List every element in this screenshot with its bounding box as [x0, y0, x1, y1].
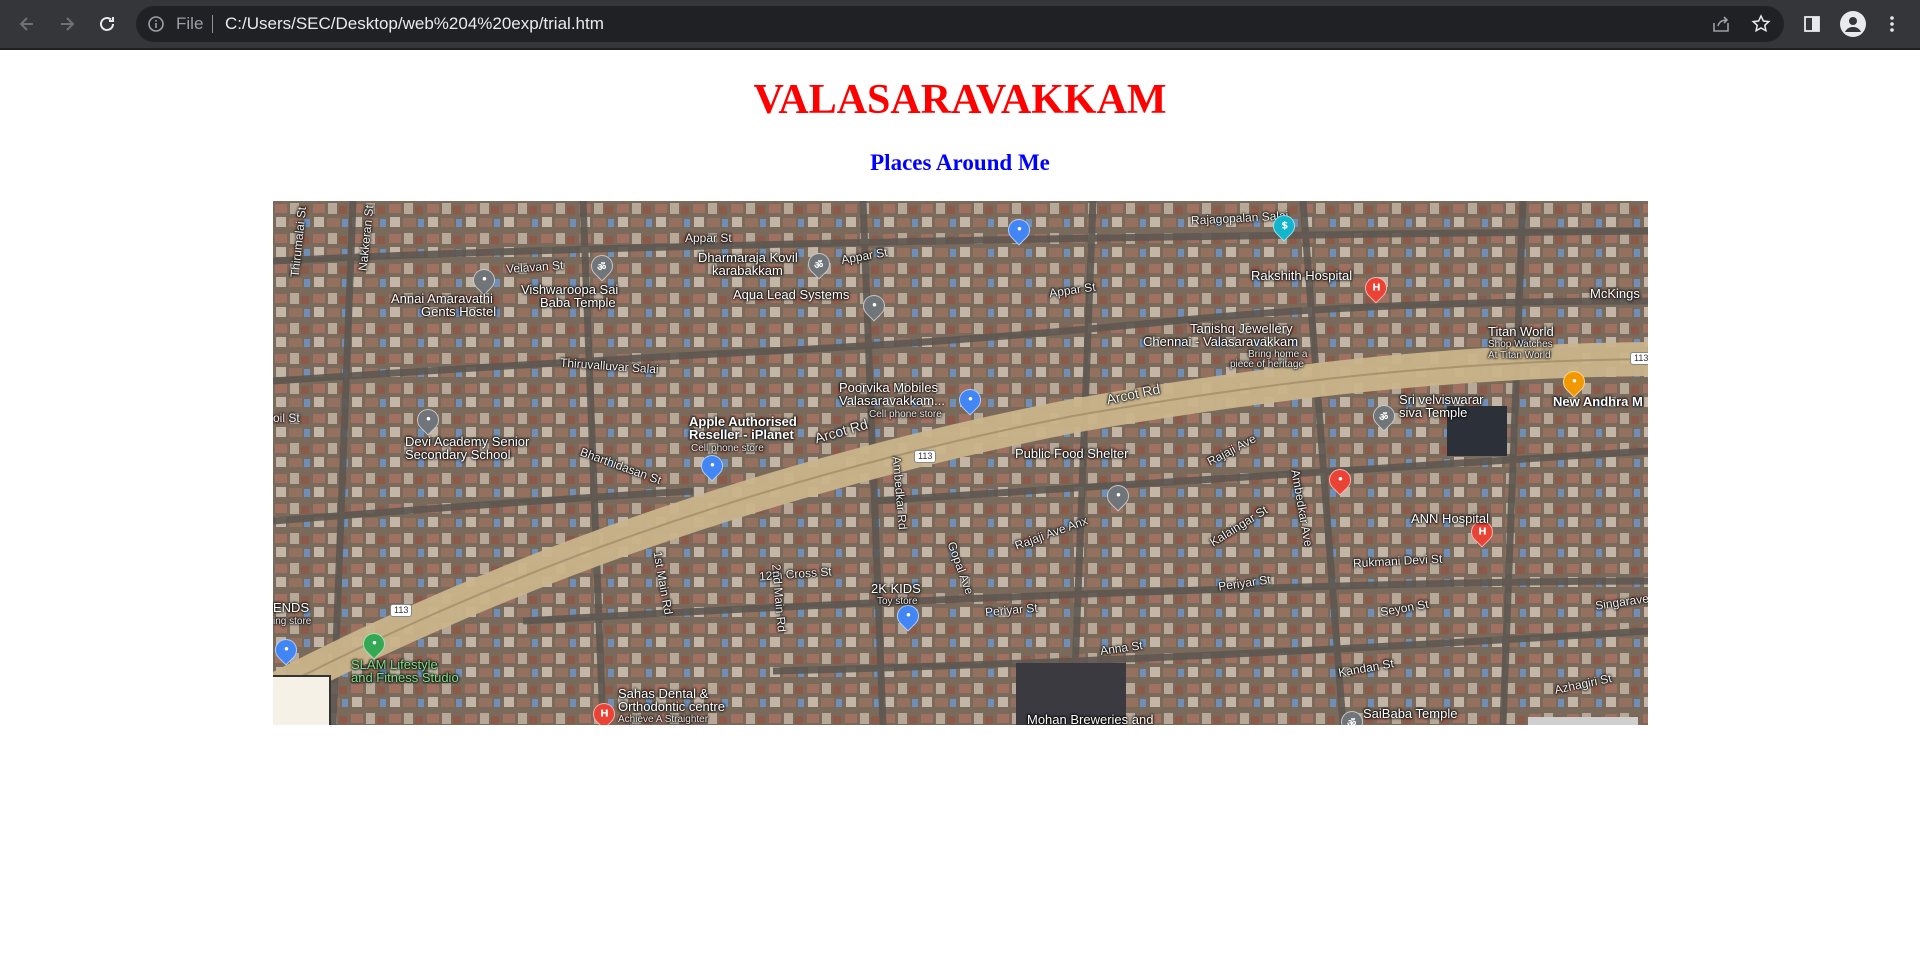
satellite-map-image[interactable]: Arcot Rd Arcot Rd Appar St Appar St Appa… [273, 201, 1648, 725]
forward-button[interactable] [52, 9, 82, 39]
place-label: ing store [273, 616, 312, 627]
place-label: piece of heritage [1230, 359, 1304, 370]
route-shield: 113 [390, 604, 413, 617]
reload-icon [100, 16, 114, 31]
side-panel-button[interactable] [1797, 9, 1827, 39]
scheme-label: File [176, 14, 204, 33]
page-title: VALASARAVAKKAM [753, 77, 1167, 123]
place-label: Baba Temple [540, 295, 616, 310]
url-text[interactable]: C:/Users/SEC/Desktop/web%204%20exp/trial… [225, 6, 604, 42]
road-label: oil St [273, 411, 300, 425]
back-arrow-icon [19, 17, 33, 31]
place-label: and Fitness Studio [351, 670, 459, 685]
place-label: ANN Hospital [1411, 511, 1490, 526]
road-label: Appar St [685, 231, 732, 245]
reload-button[interactable] [92, 9, 122, 39]
menu-button[interactable] [1877, 9, 1907, 39]
route-shield: 113 [1630, 352, 1648, 365]
address-bar[interactable]: File C:/Users/SEC/Desktop/web%204%20exp/… [136, 6, 1784, 42]
place-label: karabakkam [712, 263, 783, 278]
place-label: Reseller - iPlanet [689, 427, 794, 442]
place-label: ENDS [273, 600, 310, 615]
place-label: New Andhra M [1553, 394, 1643, 409]
map-controls-strip[interactable] [1528, 717, 1638, 725]
street-view-thumbnail[interactable] [273, 675, 331, 725]
address-separator [212, 15, 213, 33]
share-icon[interactable] [1710, 13, 1732, 35]
browser-toolbar: File C:/Users/SEC/Desktop/web%204%20exp/… [0, 0, 1920, 50]
place-label: Valasaravakkam... [839, 393, 945, 408]
place-label: Orthodontic centre [618, 699, 725, 714]
place-label: Toy store [877, 596, 918, 607]
place-label: Achieve A Straighter [618, 714, 709, 725]
star-icon[interactable] [1750, 13, 1772, 35]
back-button[interactable] [12, 9, 42, 39]
place-label: Aqua Lead Systems [733, 287, 850, 302]
route-shield: 113 [914, 450, 937, 463]
place-label: Gents Hostel [421, 304, 497, 319]
place-label: Chennai - Valasaravakkam [1143, 334, 1299, 349]
profile-icon [1840, 11, 1866, 37]
place-label: siva Temple [1399, 405, 1468, 420]
place-label: Secondary School [405, 447, 511, 462]
profile-button[interactable] [1838, 9, 1868, 39]
place-label: Cell phone store [691, 443, 764, 454]
place-label: Rakshith Hospital [1251, 268, 1353, 283]
place-label: Public Food Shelter [1015, 446, 1129, 461]
place-label: McKings [1590, 286, 1640, 301]
place-label: SaiBaba Temple [1363, 706, 1458, 721]
page-subtitle: Places Around Me [870, 150, 1050, 175]
side-panel-icon [1804, 16, 1820, 32]
place-label: Cell phone store [869, 409, 942, 420]
place-label: Titan World [1488, 324, 1554, 339]
info-icon[interactable] [147, 15, 165, 33]
place-label: Mohan Breweries and [1027, 712, 1154, 726]
menu-icon [1890, 16, 1894, 32]
place-label: 2K KIDS [871, 581, 921, 596]
place-label: At Titan World [1488, 350, 1551, 361]
forward-arrow-icon [61, 17, 75, 31]
